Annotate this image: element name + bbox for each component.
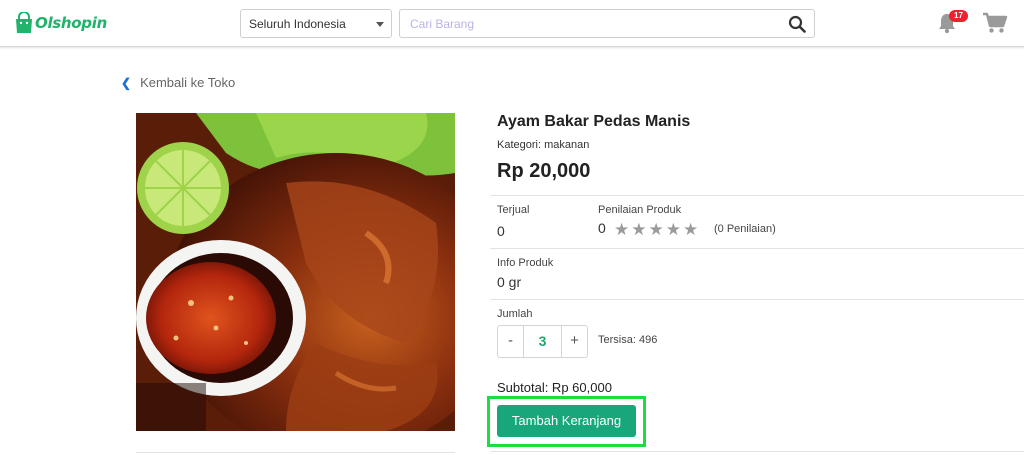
subtotal: Subtotal: Rp 60,000 <box>497 380 612 395</box>
sold-value: 0 <box>497 223 505 239</box>
sold-label: Terjual <box>497 204 530 216</box>
divider <box>490 248 1024 249</box>
region-select[interactable]: Seluruh Indonesia <box>240 9 392 38</box>
star-icon: ★ <box>648 220 664 239</box>
product-category: Kategori: makanan <box>497 139 590 151</box>
rating-stars: ★ ★ ★ ★ ★ <box>614 221 700 238</box>
product-title: Ayam Bakar Pedas Manis <box>497 113 691 130</box>
star-icon: ★ <box>631 220 647 239</box>
star-icon: ★ <box>683 220 699 239</box>
divider <box>490 451 1024 452</box>
rating-label: Penilaian Produk <box>598 204 682 216</box>
product-weight: 0 gr <box>497 274 522 290</box>
star-icon: ★ <box>614 220 630 239</box>
info-label: Info Produk <box>497 257 554 269</box>
chevron-left-icon: ❮ <box>121 75 132 90</box>
top-navbar: Olshopin Seluruh Indonesia 17 <box>0 0 1024 47</box>
notification-badge: 17 <box>949 10 968 22</box>
add-to-cart-button[interactable]: Tambah Keranjang <box>497 405 636 437</box>
shopping-bag-icon <box>16 12 32 33</box>
divider <box>490 195 1024 196</box>
star-icon: ★ <box>665 220 681 239</box>
region-select-value: Seluruh Indonesia <box>249 17 346 31</box>
chevron-down-icon <box>376 22 384 27</box>
search-bar <box>399 9 815 38</box>
brand-name: Olshopin <box>35 14 107 32</box>
divider <box>490 299 1024 300</box>
quantity-label: Jumlah <box>497 308 533 320</box>
grilled-chicken-illustration <box>136 113 455 431</box>
product-price: Rp 20,000 <box>497 160 591 182</box>
rating-value: 0 <box>598 220 606 236</box>
stock-remaining: Tersisa: 496 <box>598 334 658 346</box>
brand-logo[interactable]: Olshopin <box>14 10 107 36</box>
back-to-store-link[interactable]: ❮ Kembali ke Toko <box>121 75 235 90</box>
decrease-qty-button[interactable]: - <box>498 326 523 357</box>
search-icon[interactable] <box>788 15 806 33</box>
back-label: Kembali ke Toko <box>140 75 236 90</box>
cart-icon[interactable] <box>982 12 1008 34</box>
rating-count: (0 Penilaian) <box>714 223 776 235</box>
search-input[interactable] <box>400 10 770 37</box>
product-image <box>136 113 455 431</box>
quantity-value[interactable]: 3 <box>523 326 562 357</box>
quantity-stepper: - 3 + <box>497 325 588 358</box>
increase-qty-button[interactable]: + <box>562 326 587 357</box>
